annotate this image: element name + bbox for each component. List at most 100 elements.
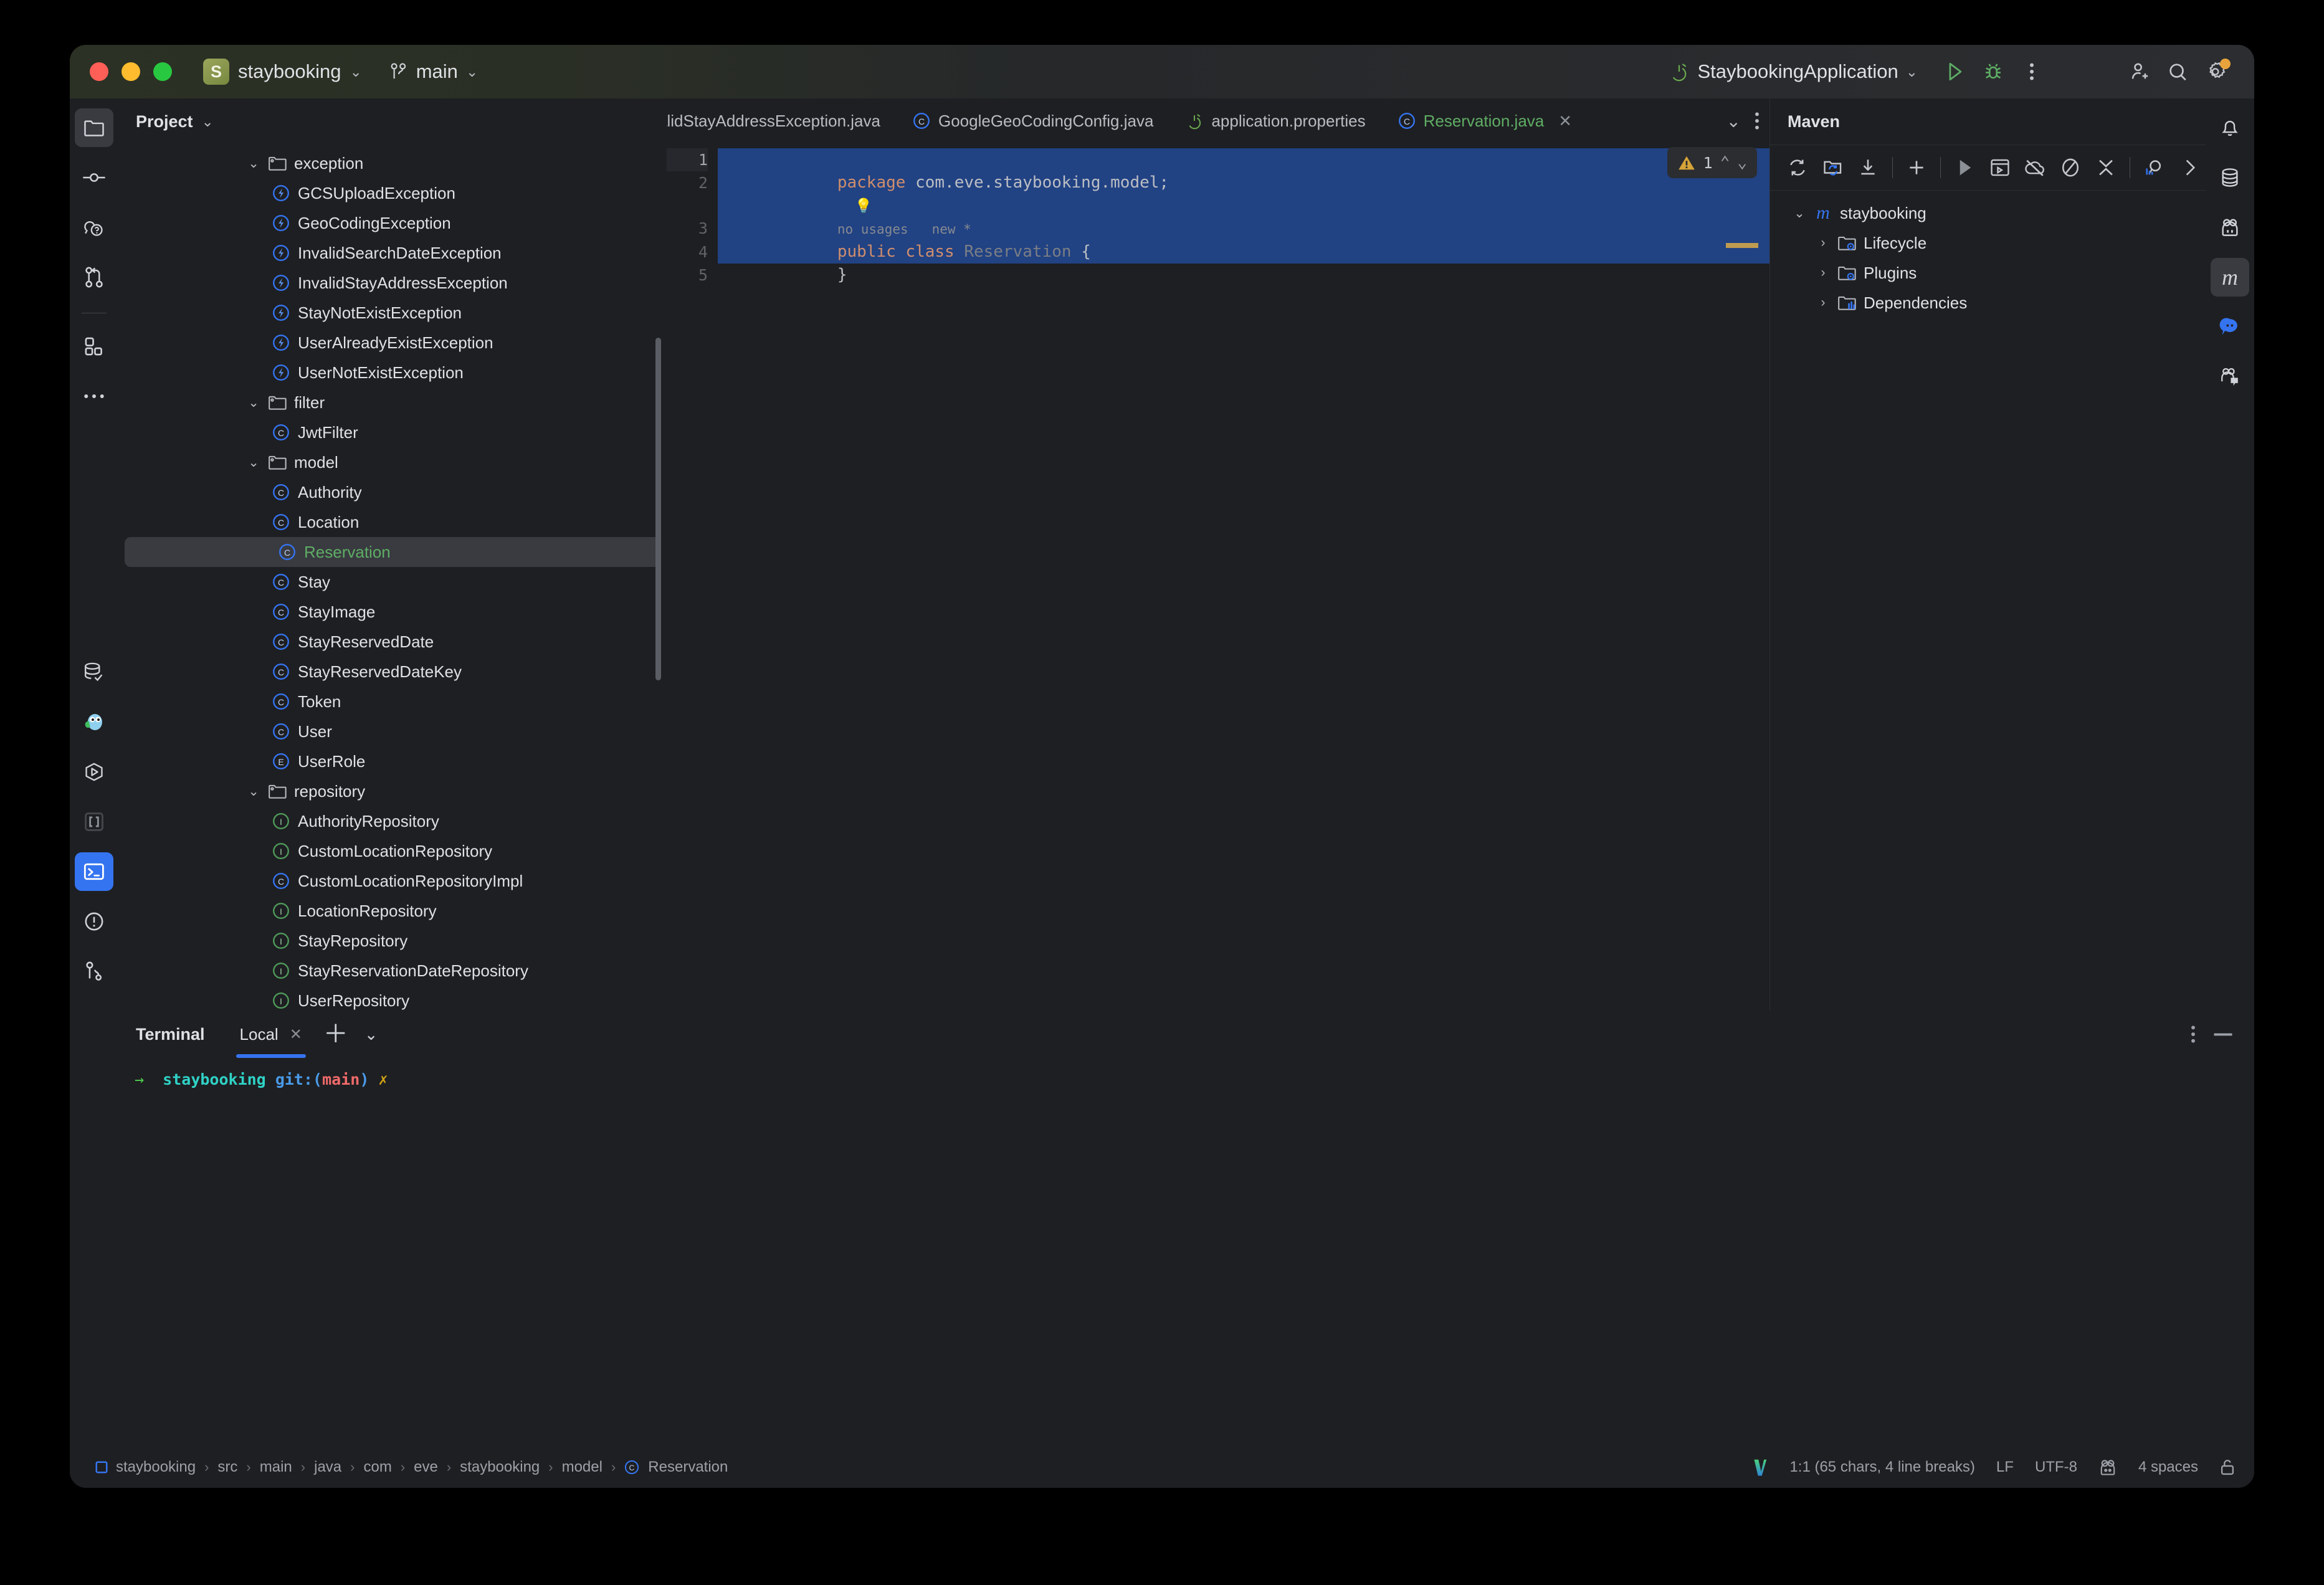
run-tool-window-button[interactable]: [75, 753, 113, 791]
project-selector[interactable]: S staybooking ⌄: [203, 59, 362, 85]
chevron-down-icon[interactable]: ⌄: [243, 455, 264, 470]
previous-problem-icon[interactable]: ⌃: [1720, 153, 1730, 172]
project-tree-item[interactable]: CAuthority: [118, 477, 666, 507]
add-maven-project-button[interactable]: [1900, 151, 1933, 184]
project-tree-item[interactable]: EUserRole: [118, 746, 666, 776]
breadcrumb[interactable]: staybooking›src›main›java›com›eve›staybo…: [116, 1459, 728, 1476]
structure-tool-window-button[interactable]: [75, 327, 113, 366]
project-tree-item[interactable]: CUser: [118, 716, 666, 746]
project-tree-item[interactable]: IAuthorityRepository: [118, 806, 666, 836]
debug-button[interactable]: [1974, 52, 2012, 91]
project-tool-window-button[interactable]: [75, 108, 113, 147]
chevron-down-icon[interactable]: ⌄: [202, 115, 214, 129]
editor-tab[interactable]: CReservation.java✕: [1382, 98, 1588, 143]
terminal-options-button[interactable]: [2191, 1025, 2196, 1044]
minimize-terminal-button[interactable]: [2213, 1031, 2233, 1037]
maven-tree-item[interactable]: › Plugins: [1770, 258, 2206, 288]
project-tree-item[interactable]: InvalidStayAddressException: [118, 268, 666, 298]
reload-all-maven-projects-button[interactable]: [1781, 151, 1814, 184]
chevron-down-icon[interactable]: ⌄: [364, 1025, 378, 1044]
project-tree-item[interactable]: ILocationRepository: [118, 896, 666, 926]
chevron-down-icon[interactable]: ⌄: [243, 784, 264, 799]
minimize-window-button[interactable]: [121, 62, 140, 81]
commit-tool-window-button[interactable]: [75, 158, 113, 197]
chevron-down-icon[interactable]: ⌄: [1789, 206, 1810, 221]
toggle-skip-tests-button[interactable]: [2054, 151, 2087, 184]
bookmarks-tool-window-button[interactable]: [75, 802, 113, 841]
next-problem-icon[interactable]: ⌄: [1737, 153, 1747, 172]
inspection-widget[interactable]: 1 ⌃ ⌄: [1667, 147, 1757, 178]
maven-tree-item[interactable]: › Dependencies: [1770, 288, 2206, 318]
terminal-session-tab[interactable]: Local ✕: [236, 1011, 306, 1058]
generate-sources-button[interactable]: [1817, 151, 1850, 184]
profiler-tool-window-button[interactable]: [2211, 208, 2249, 247]
project-tree-item[interactable]: CJwtFilter: [118, 417, 666, 447]
vim-mode-icon[interactable]: [1752, 1458, 1768, 1477]
problems-tool-window-button[interactable]: [75, 902, 113, 941]
editor-tab[interactable]: CGoogleGeoCodingConfig.java: [897, 98, 1169, 143]
database-tool-window-button[interactable]: [75, 653, 113, 692]
project-tree-item[interactable]: CLocation: [118, 507, 666, 537]
new-terminal-tab-button[interactable]: ＋: [323, 1022, 348, 1047]
toggle-offline-mode-button[interactable]: [2019, 151, 2052, 184]
close-window-button[interactable]: [90, 62, 108, 81]
file-encoding[interactable]: UTF-8: [2035, 1459, 2077, 1476]
project-tree-item[interactable]: IStayRepository: [118, 926, 666, 956]
collapse-all-button[interactable]: [2089, 151, 2122, 184]
terminal-tool-window-button[interactable]: [75, 852, 113, 891]
maven-tool-window-button[interactable]: m: [2211, 258, 2249, 297]
project-tree-item[interactable]: CStay: [118, 567, 666, 597]
close-icon[interactable]: ✕: [290, 1026, 302, 1044]
project-tree-item[interactable]: CStayReservedDate: [118, 627, 666, 657]
ai-assistant-tool-window-button[interactable]: [75, 208, 113, 247]
project-tree-item[interactable]: CCustomLocationRepositoryImpl: [118, 866, 666, 896]
chevron-right-icon[interactable]: ›: [1812, 265, 1834, 280]
close-icon[interactable]: ✕: [1558, 112, 1572, 131]
project-tree-item[interactable]: StayNotExistException: [118, 298, 666, 328]
editor-options-button[interactable]: [1755, 112, 1760, 130]
project-tree-item[interactable]: IUserRepository: [118, 986, 666, 1011]
breadcrumb-item[interactable]: src: [217, 1459, 237, 1476]
maven-tree-item[interactable]: ⌄mstaybooking: [1770, 198, 2206, 228]
chevron-down-icon[interactable]: ⌄: [1718, 111, 1750, 131]
more-actions-button[interactable]: [2012, 52, 2051, 91]
code-with-me-tool-window-button[interactable]: [2211, 358, 2249, 396]
project-tree-scrollbar[interactable]: [655, 338, 661, 680]
project-tree-item[interactable]: IStayReservationDateRepository: [118, 956, 666, 986]
version-control-tool-window-button[interactable]: [75, 952, 113, 991]
project-tree-item[interactable]: InvalidSearchDateException: [118, 238, 666, 268]
branch-selector[interactable]: main ⌄: [389, 60, 478, 83]
notifications-tool-window-button[interactable]: [2211, 108, 2249, 147]
execute-maven-goal-button[interactable]: [1984, 151, 2017, 184]
run-configuration-selector[interactable]: StaybookingApplication ⌄: [1669, 60, 1918, 83]
project-tree[interactable]: ⌄ exception GCSUploadException GeoCoding…: [118, 145, 666, 1011]
breadcrumb-item[interactable]: model: [562, 1459, 602, 1476]
breadcrumb-item[interactable]: java: [314, 1459, 341, 1476]
project-tree-item[interactable]: GeoCodingException: [118, 208, 666, 238]
project-tree-item[interactable]: ⌄ repository: [118, 776, 666, 806]
maven-tree[interactable]: ⌄mstaybooking› Lifecycle› Plugins› Depen…: [1770, 191, 2206, 318]
line-separator[interactable]: LF: [1996, 1459, 2014, 1476]
run-maven-build-button[interactable]: [1948, 151, 1981, 184]
project-tree-item[interactable]: UserAlreadyExistException: [118, 328, 666, 358]
more-tool-windows-button[interactable]: [75, 377, 113, 416]
code-editor[interactable]: 1 2 3 4 5 package com.eve.staybooking.mo…: [667, 143, 1769, 1011]
chevron-down-icon[interactable]: ⌄: [243, 395, 264, 411]
dependency-analyzer-button[interactable]: [2138, 151, 2171, 184]
project-tree-item[interactable]: CStayImage: [118, 597, 666, 627]
maximize-window-button[interactable]: [153, 62, 172, 81]
chevron-down-icon[interactable]: ⌄: [243, 156, 264, 171]
breadcrumb-item[interactable]: staybooking: [116, 1459, 196, 1476]
project-tree-item[interactable]: ⌄ filter: [118, 388, 666, 417]
breadcrumb-item[interactable]: com: [363, 1459, 391, 1476]
caret-position[interactable]: 1:1 (65 chars, 4 line breaks): [1789, 1459, 1974, 1476]
search-everywhere-button[interactable]: [2158, 52, 2197, 91]
inspection-profile-icon[interactable]: [2098, 1459, 2117, 1476]
breadcrumb-item[interactable]: Reservation: [648, 1459, 728, 1476]
pull-requests-tool-window-button[interactable]: [75, 258, 113, 297]
database-panel-button[interactable]: [2211, 158, 2249, 197]
download-sources-button[interactable]: [1852, 151, 1885, 184]
run-button[interactable]: [1935, 52, 1974, 91]
editor-tab[interactable]: application.properties: [1169, 98, 1381, 143]
go-tool-window-button[interactable]: [75, 703, 113, 741]
